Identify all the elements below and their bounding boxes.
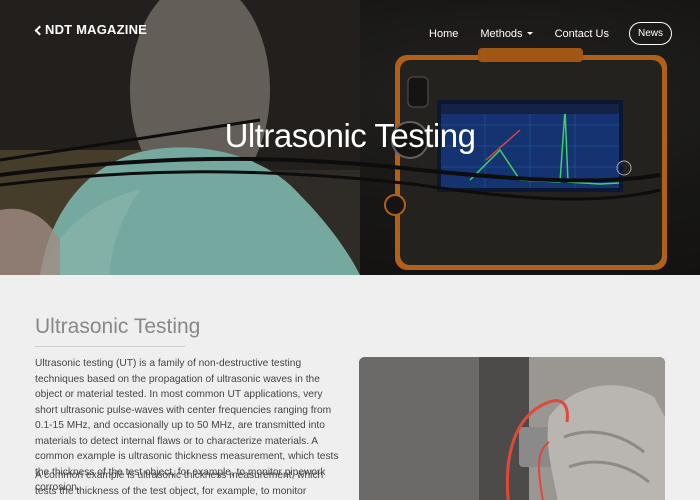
- probe-photo-image: [359, 357, 665, 500]
- brand-label: NDT MAGAZINE: [45, 22, 148, 37]
- main-content: Ultrasonic Testing Ultrasonic testing (U…: [0, 275, 700, 500]
- news-button[interactable]: News: [628, 22, 672, 45]
- chevron-left-icon: [34, 25, 45, 35]
- ultrasonic-probe-photo: [359, 357, 665, 500]
- section-title: Ultrasonic Testing: [35, 315, 201, 338]
- section-divider: [35, 346, 185, 347]
- caret-down-icon: [526, 32, 533, 36]
- nav-methods-dropdown[interactable]: Methods: [480, 27, 533, 40]
- hero-banner: NDT MAGAZINE Home Methods Contact Us New…: [0, 0, 700, 275]
- hero-title: Ultrasonic Testing: [224, 117, 476, 154]
- nav-home[interactable]: Home: [429, 28, 458, 40]
- nav-contact[interactable]: Contact Us: [555, 28, 609, 40]
- brand-logo[interactable]: NDT MAGAZINE: [34, 22, 148, 37]
- nav-methods-label: Methods: [480, 27, 523, 40]
- paragraph-example: A common example is ultrasonic thickness…: [35, 470, 324, 497]
- top-navigation: Home Methods Contact Us News: [407, 22, 672, 45]
